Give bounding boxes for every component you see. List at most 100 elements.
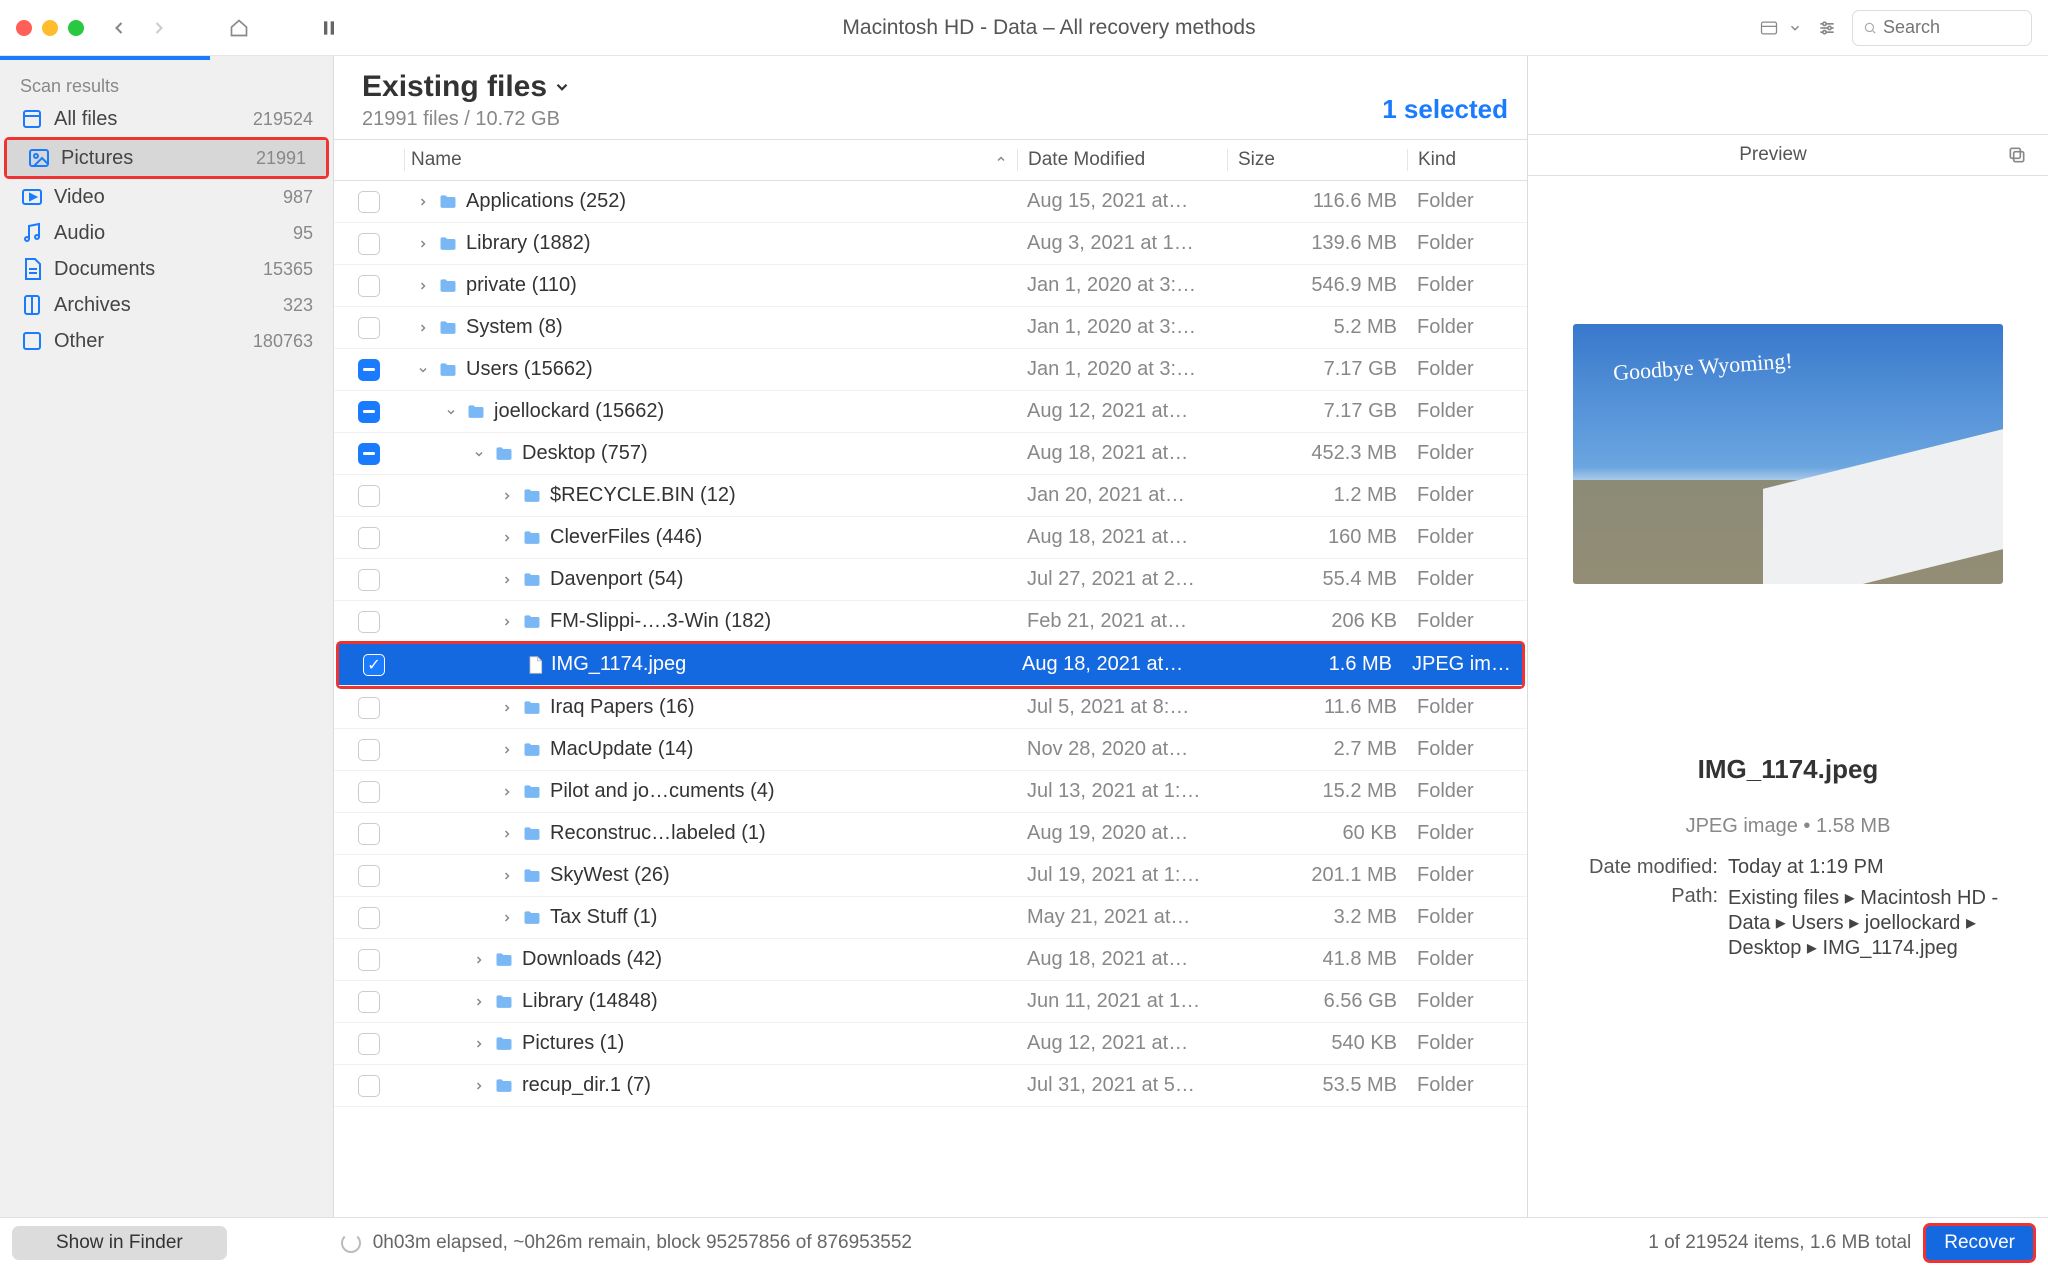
row-checkbox[interactable] — [334, 697, 404, 719]
row-checkbox[interactable] — [334, 569, 404, 591]
sidebar-item-video[interactable]: Video987 — [0, 179, 333, 215]
sidebar-item-all-files[interactable]: All files219524 — [0, 101, 333, 137]
row-checkbox[interactable] — [334, 527, 404, 549]
row-checkbox[interactable] — [334, 443, 404, 465]
table-row[interactable]: ✓IMG_1174.jpegAug 18, 2021 at…1.6 MBJPEG… — [339, 644, 1522, 686]
chevron-right-icon[interactable] — [500, 702, 514, 714]
chevron-right-icon[interactable] — [500, 574, 514, 586]
file-size: 11.6 MB — [1227, 696, 1407, 719]
row-checkbox[interactable] — [334, 485, 404, 507]
column-size[interactable]: Size — [1227, 149, 1407, 171]
forward-button[interactable] — [144, 13, 174, 43]
file-name: Pictures (1) — [522, 1032, 624, 1055]
close-window-icon[interactable] — [16, 20, 32, 36]
table-row[interactable]: FM-Slippi-….3-Win (182)Feb 21, 2021 at…2… — [334, 601, 1527, 643]
table-row[interactable]: MacUpdate (14)Nov 28, 2020 at…2.7 MBFold… — [334, 729, 1527, 771]
chevron-right-icon[interactable] — [500, 828, 514, 840]
table-row[interactable]: Library (14848)Jun 11, 2021 at 1…6.56 GB… — [334, 981, 1527, 1023]
row-checkbox[interactable] — [334, 907, 404, 929]
copy-button[interactable] — [2002, 140, 2032, 170]
chevron-right-icon[interactable] — [500, 786, 514, 798]
column-date[interactable]: Date Modified — [1017, 149, 1227, 171]
file-name: Tax Stuff (1) — [550, 906, 657, 929]
table-row[interactable]: Davenport (54)Jul 27, 2021 at 2…55.4 MBF… — [334, 559, 1527, 601]
row-checkbox[interactable] — [334, 949, 404, 971]
chevron-right-icon[interactable] — [472, 1080, 486, 1092]
row-checkbox[interactable] — [334, 359, 404, 381]
chevron-right-icon[interactable] — [416, 280, 430, 292]
chevron-down-icon[interactable] — [416, 364, 430, 376]
home-button[interactable] — [224, 13, 254, 43]
row-checkbox[interactable]: ✓ — [339, 654, 409, 676]
zoom-window-icon[interactable] — [68, 20, 84, 36]
table-row[interactable]: Users (15662)Jan 1, 2020 at 3:…7.17 GBFo… — [334, 349, 1527, 391]
chevron-right-icon[interactable] — [500, 912, 514, 924]
chevron-right-icon[interactable] — [416, 238, 430, 250]
table-row[interactable]: Reconstruc…labeled (1)Aug 19, 2020 at…60… — [334, 813, 1527, 855]
show-in-finder-button[interactable]: Show in Finder — [12, 1226, 227, 1260]
row-checkbox[interactable] — [334, 233, 404, 255]
table-row[interactable]: Library (1882)Aug 3, 2021 at 1…139.6 MBF… — [334, 223, 1527, 265]
chevron-down-icon[interactable] — [444, 406, 458, 418]
sidebar-item-count: 219524 — [253, 109, 313, 130]
file-kind: Folder — [1407, 274, 1527, 297]
chevron-right-icon[interactable] — [416, 322, 430, 334]
chevron-down-icon[interactable] — [472, 448, 486, 460]
search-input[interactable] — [1883, 17, 2021, 38]
table-row[interactable]: Downloads (42)Aug 18, 2021 at…41.8 MBFol… — [334, 939, 1527, 981]
view-mode-chevron-icon[interactable] — [1788, 13, 1802, 43]
row-checkbox[interactable] — [334, 781, 404, 803]
sidebar-item-audio[interactable]: Audio95 — [0, 215, 333, 251]
row-checkbox[interactable] — [334, 865, 404, 887]
path-label: Path: — [1558, 885, 1728, 960]
column-name[interactable]: Name — [404, 149, 1017, 171]
row-checkbox[interactable] — [334, 1033, 404, 1055]
chevron-right-icon[interactable] — [416, 196, 430, 208]
table-row[interactable]: Desktop (757)Aug 18, 2021 at…452.3 MBFol… — [334, 433, 1527, 475]
chevron-right-icon[interactable] — [500, 532, 514, 544]
row-checkbox[interactable] — [334, 317, 404, 339]
table-row[interactable]: private (110)Jan 1, 2020 at 3:…546.9 MBF… — [334, 265, 1527, 307]
sidebar: Scan results All files219524Pictures2199… — [0, 56, 334, 1217]
chevron-right-icon[interactable] — [500, 490, 514, 502]
minimize-window-icon[interactable] — [42, 20, 58, 36]
pause-button[interactable] — [314, 13, 344, 43]
row-checkbox[interactable] — [334, 739, 404, 761]
table-row[interactable]: Applications (252)Aug 15, 2021 at…116.6 … — [334, 181, 1527, 223]
sidebar-item-other[interactable]: Other180763 — [0, 323, 333, 359]
table-row[interactable]: Tax Stuff (1)May 21, 2021 at…3.2 MBFolde… — [334, 897, 1527, 939]
row-checkbox[interactable] — [334, 823, 404, 845]
chevron-right-icon[interactable] — [500, 616, 514, 628]
view-mode-button[interactable] — [1754, 13, 1784, 43]
sidebar-item-archives[interactable]: Archives323 — [0, 287, 333, 323]
results-heading[interactable]: Existing files — [362, 70, 1499, 104]
chevron-right-icon[interactable] — [472, 954, 486, 966]
table-row[interactable]: recup_dir.1 (7)Jul 31, 2021 at 5…53.5 MB… — [334, 1065, 1527, 1107]
row-checkbox[interactable] — [334, 275, 404, 297]
table-row[interactable]: CleverFiles (446)Aug 18, 2021 at…160 MBF… — [334, 517, 1527, 559]
chevron-right-icon[interactable] — [500, 744, 514, 756]
column-kind[interactable]: Kind — [1407, 149, 1527, 171]
row-checkbox[interactable] — [334, 191, 404, 213]
recover-button[interactable]: Recover — [1923, 1223, 2036, 1263]
sidebar-item-documents[interactable]: Documents15365 — [0, 251, 333, 287]
search-box[interactable] — [1852, 10, 2032, 46]
table-row[interactable]: $RECYCLE.BIN (12)Jan 20, 2021 at…1.2 MBF… — [334, 475, 1527, 517]
table-row[interactable]: Iraq Papers (16)Jul 5, 2021 at 8:…11.6 M… — [334, 687, 1527, 729]
table-row[interactable]: Pilot and jo…cuments (4)Jul 13, 2021 at … — [334, 771, 1527, 813]
settings-button[interactable] — [1812, 13, 1842, 43]
back-button[interactable] — [104, 13, 134, 43]
file-icon — [525, 653, 545, 677]
chevron-right-icon[interactable] — [472, 1038, 486, 1050]
table-row[interactable]: SkyWest (26)Jul 19, 2021 at 1:…201.1 MBF… — [334, 855, 1527, 897]
table-row[interactable]: Pictures (1)Aug 12, 2021 at…540 KBFolder — [334, 1023, 1527, 1065]
chevron-right-icon[interactable] — [500, 870, 514, 882]
row-checkbox[interactable] — [334, 991, 404, 1013]
table-row[interactable]: joellockard (15662)Aug 12, 2021 at…7.17 … — [334, 391, 1527, 433]
sidebar-item-pictures[interactable]: Pictures21991 — [7, 140, 326, 176]
row-checkbox[interactable] — [334, 401, 404, 423]
row-checkbox[interactable] — [334, 1075, 404, 1097]
table-row[interactable]: System (8)Jan 1, 2020 at 3:…5.2 MBFolder — [334, 307, 1527, 349]
chevron-right-icon[interactable] — [472, 996, 486, 1008]
row-checkbox[interactable] — [334, 611, 404, 633]
